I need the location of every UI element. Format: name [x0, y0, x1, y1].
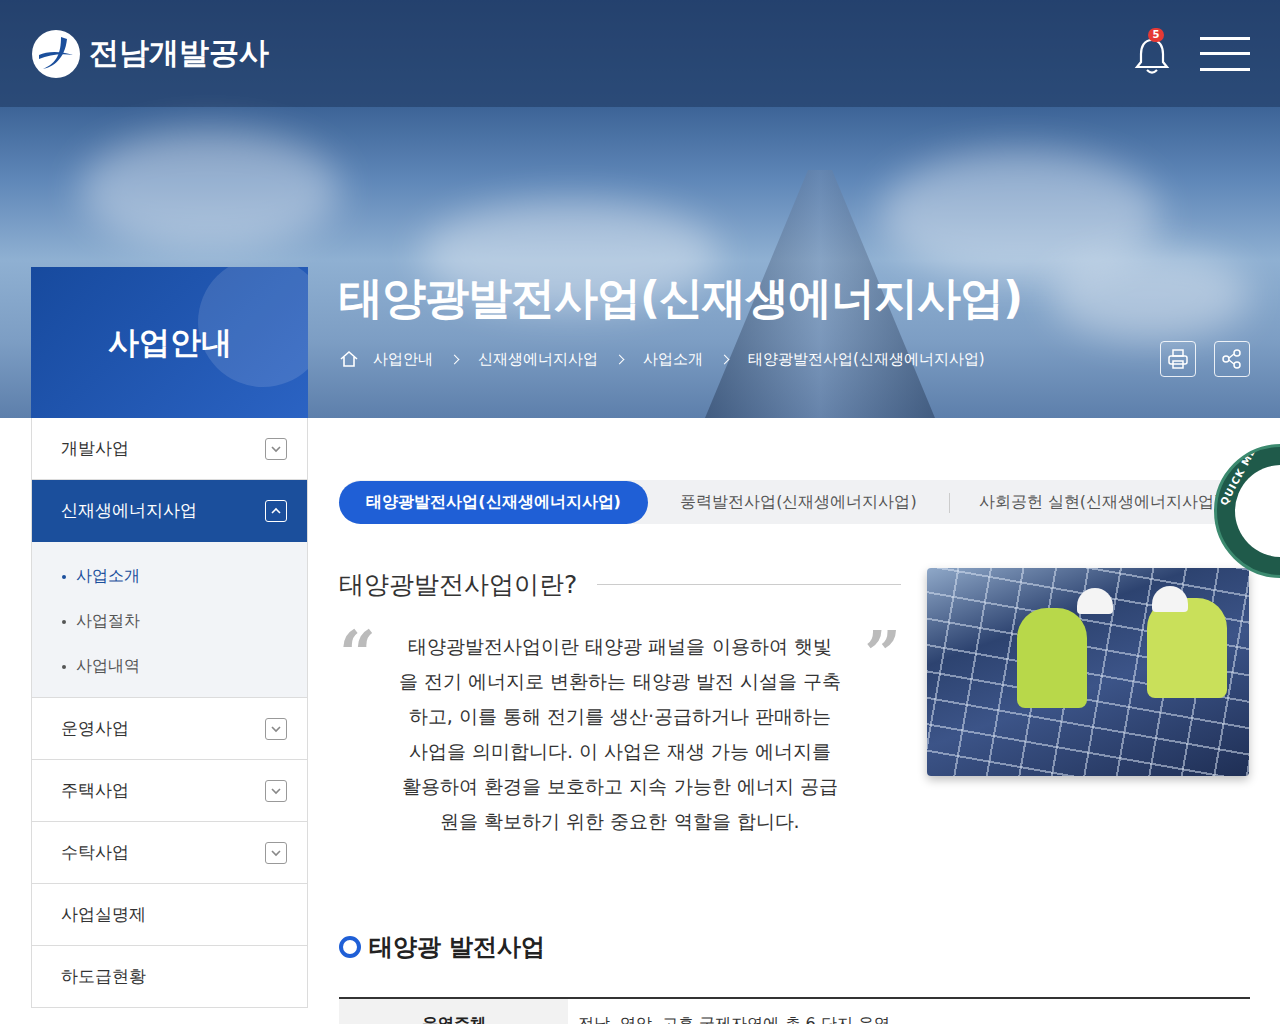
- sidebar-title-text: 사업안내: [108, 322, 232, 364]
- expand-toggle[interactable]: [265, 500, 287, 522]
- tab[interactable]: 사회공헌 실현(신재생에너지사업): [949, 481, 1250, 524]
- home-icon: [339, 349, 359, 369]
- sidebar-item-label: 사업실명제: [61, 903, 146, 926]
- breadcrumb-item[interactable]: 사업안내: [373, 350, 433, 369]
- logo-icon: [31, 29, 81, 79]
- sidebar-title: 사업안내: [31, 267, 308, 418]
- layout: 사업안내개발사업신재생에너지사업사업소개사업절차사업내역운영사업주택사업수탁사업…: [31, 107, 1250, 1024]
- breadcrumb-item[interactable]: 신재생에너지사업: [478, 350, 598, 369]
- logo[interactable]: 전남개발공사: [31, 29, 269, 79]
- submenu-label: 사업내역: [76, 656, 140, 677]
- bullet: [62, 620, 66, 624]
- logo-text: 전남개발공사: [89, 33, 269, 74]
- share-button[interactable]: [1214, 341, 1250, 377]
- chevron-down-icon: [269, 847, 283, 859]
- nav-actions: 5: [1134, 34, 1250, 74]
- chevron-down-icon: [269, 443, 283, 455]
- breadcrumb-item[interactable]: 사업소개: [643, 350, 703, 369]
- expand-toggle[interactable]: [265, 718, 287, 740]
- page-title: 태양광발전사업(신재생에너지사업): [339, 269, 1250, 327]
- notification-button[interactable]: 5: [1134, 34, 1170, 74]
- content: 태양광발전사업(신재생에너지사업)사업안내신재생에너지사업사업소개태양광발전사업…: [308, 267, 1250, 1024]
- submenu: 사업소개사업절차사업내역: [32, 542, 307, 698]
- tab[interactable]: 풍력발전사업(신재생에너지사업): [648, 481, 949, 524]
- top-nav: 전남개발공사 5: [0, 0, 1280, 107]
- sidebar-item-label: 운영사업: [61, 717, 129, 740]
- sidebar-item[interactable]: 주택사업: [32, 760, 307, 822]
- quote-close: ”: [843, 629, 901, 679]
- page-header: 태양광발전사업(신재생에너지사업) 사업안내 신재생에너지사업 사업소개 태양광발전사업…: [339, 269, 1250, 420]
- expand-toggle[interactable]: [265, 842, 287, 864]
- section-heading: 태양광 발전사업: [339, 931, 1250, 963]
- chevron-down-icon: [269, 723, 283, 735]
- divider: [597, 584, 901, 585]
- tab-bar: 태양광발전사업(신재생에너지사업)풍력발전사업(신재생에너지사업)사회공헌 실현…: [339, 480, 1250, 524]
- submenu-item[interactable]: 사업소개: [32, 554, 307, 599]
- sidebar-item[interactable]: 수탁사업: [32, 822, 307, 884]
- chevron-down-icon: [269, 785, 283, 797]
- separator-icon: [720, 354, 730, 364]
- intro-section: 태양광발전사업이란? “태양광발전사업이란 태양광 패널을 이용하여 햇빛을 전기…: [339, 568, 1250, 839]
- sidebar-item[interactable]: 하도급현황: [32, 946, 307, 1008]
- tab[interactable]: 태양광발전사업(신재생에너지사업): [339, 481, 648, 524]
- sidebar-menu: 개발사업신재생에너지사업사업소개사업절차사업내역운영사업주택사업수탁사업사업실명…: [31, 418, 308, 1008]
- sidebar-item[interactable]: 개발사업: [32, 418, 307, 480]
- separator-icon: [450, 354, 460, 364]
- photo-part: [1017, 608, 1087, 708]
- breadcrumb-item[interactable]: 태양광발전사업(신재생에너지사업): [748, 350, 985, 369]
- submenu-label: 사업소개: [76, 566, 140, 587]
- table-row: 운영주체전남, 영암, 고흥 국제자연에 총 6 단지 운영: [339, 999, 1250, 1024]
- notification-badge: 5: [1148, 28, 1164, 42]
- separator-icon: [615, 354, 625, 364]
- submenu-item[interactable]: 사업내역: [32, 644, 307, 689]
- photo-part: [1147, 598, 1227, 698]
- solar-photo: [927, 568, 1249, 776]
- sidebar-item-label: 하도급현황: [61, 965, 146, 988]
- ring-icon: [339, 936, 361, 958]
- bullet: [62, 575, 66, 579]
- table-header-cell: 운영주체: [339, 999, 568, 1024]
- submenu-item[interactable]: 사업절차: [32, 599, 307, 644]
- share-icon: [1221, 348, 1243, 370]
- submenu-label: 사업절차: [76, 611, 140, 632]
- sidebar-item-label: 개발사업: [61, 437, 129, 460]
- sidebar-item[interactable]: 사업실명제: [32, 884, 307, 946]
- bullet: [62, 665, 66, 669]
- sidebar-item-label: 주택사업: [61, 779, 129, 802]
- intro-heading-row: 태양광발전사업이란?: [339, 568, 901, 601]
- expand-toggle[interactable]: [265, 780, 287, 802]
- quote: “태양광발전사업이란 태양광 패널을 이용하여 햇빛을 전기 에너지로 변환하는…: [339, 629, 901, 839]
- sidebar-item-label: 신재생에너지사업: [61, 499, 197, 522]
- info-table: 운영주체전남, 영암, 고흥 국제자연에 총 6 단지 운영: [339, 997, 1250, 1024]
- print-icon: [1167, 348, 1189, 370]
- intro-text: 태양광발전사업이란? “태양광발전사업이란 태양광 패널을 이용하여 햇빛을 전기…: [339, 568, 901, 839]
- menu-icon[interactable]: [1200, 37, 1250, 71]
- print-button[interactable]: [1160, 341, 1196, 377]
- quote-open: “: [339, 629, 397, 679]
- sidebar-item[interactable]: 운영사업: [32, 698, 307, 760]
- sidebar: 사업안내개발사업신재생에너지사업사업소개사업절차사업내역운영사업주택사업수탁사업…: [31, 267, 308, 1024]
- expand-toggle[interactable]: [265, 438, 287, 460]
- breadcrumb: 사업안내 신재생에너지사업 사업소개 태양광발전사업(신재생에너지사업): [339, 349, 985, 369]
- page-tools: [1160, 341, 1250, 377]
- quick-menu[interactable]: QUICK MENU SERVICE: [1214, 444, 1280, 578]
- intro-heading: 태양광발전사업이란?: [339, 568, 577, 601]
- table-cell: 전남, 영암, 고흥 국제자연에 총 6 단지 운영: [568, 999, 1250, 1024]
- chevron-up-icon: [269, 505, 283, 517]
- intro-paragraph: 태양광발전사업이란 태양광 패널을 이용하여 햇빛을 전기 에너지로 변환하는 …: [397, 629, 843, 839]
- sidebar-item[interactable]: 신재생에너지사업: [32, 480, 307, 542]
- section-title: 태양광 발전사업: [369, 931, 545, 963]
- sidebar-item-label: 수탁사업: [61, 841, 129, 864]
- breadcrumb-row: 사업안내 신재생에너지사업 사업소개 태양광발전사업(신재생에너지사업): [339, 341, 1250, 377]
